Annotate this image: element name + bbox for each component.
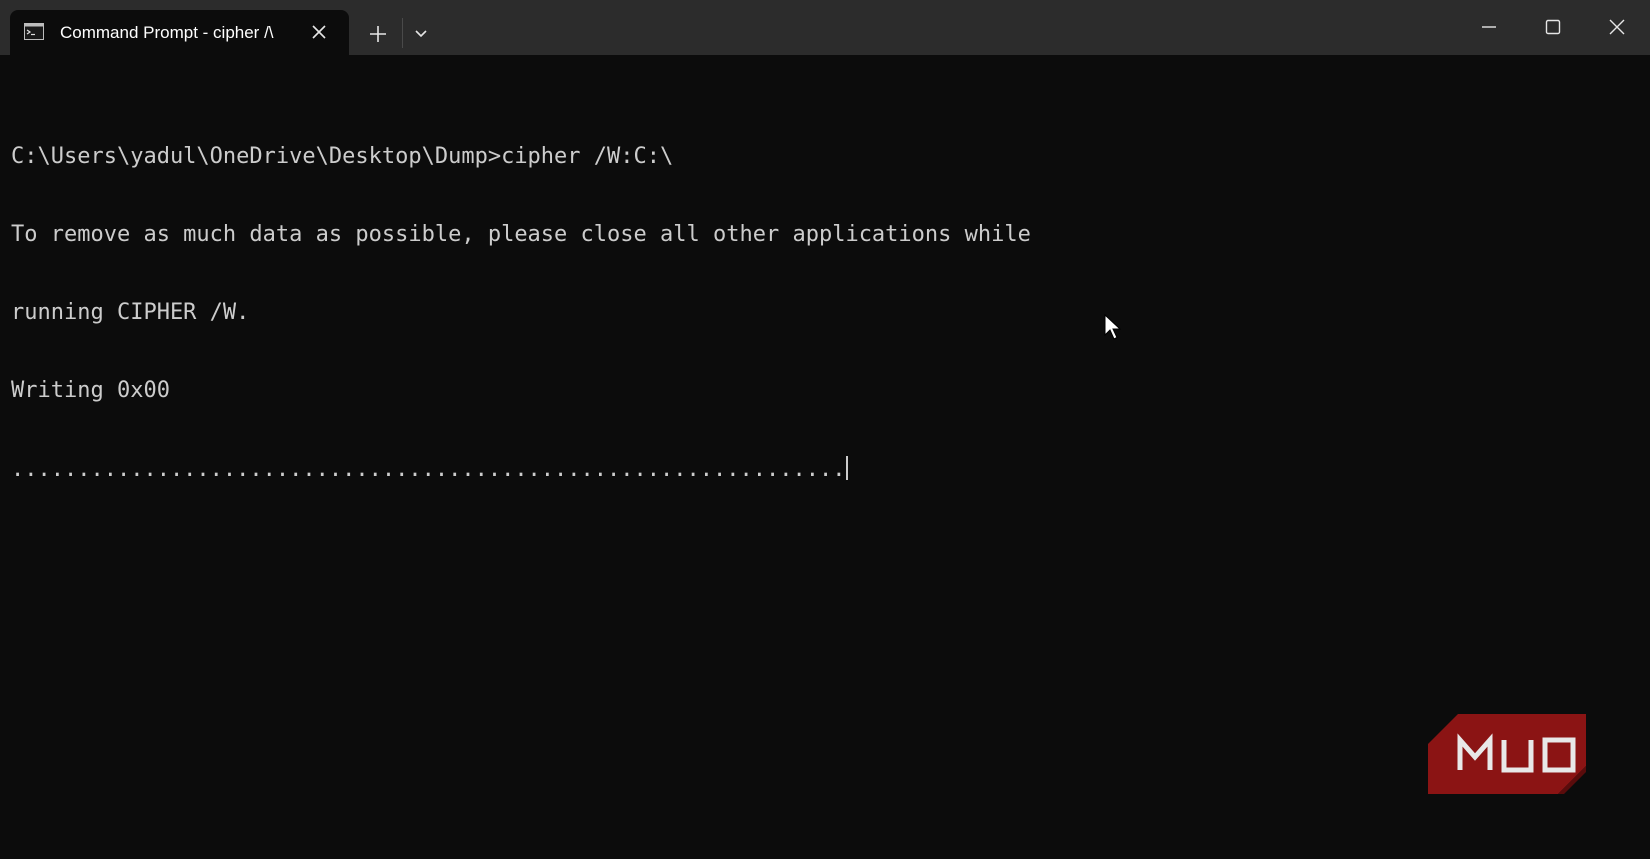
muo-logo [1428, 714, 1586, 794]
maximize-button[interactable] [1538, 12, 1568, 42]
title-bar: Command Prompt - cipher /\ [0, 0, 1650, 55]
terminal-lines: C:\Users\yadul\OneDrive\Desktop\Dump>cip… [11, 92, 1031, 534]
text-cursor [846, 456, 849, 480]
mouse-pointer-icon [1103, 313, 1123, 342]
plus-icon [370, 26, 386, 42]
close-icon[interactable] [309, 22, 329, 42]
progress-dots: ........................................… [11, 457, 846, 482]
terminal-window: Command Prompt - cipher /\ C:\Users\yadu… [0, 0, 1650, 859]
terminal-line-status: Writing 0x00 [11, 378, 170, 403]
command-prompt-icon [24, 23, 44, 40]
terminal-line-notice: To remove as much data as possible, plea… [11, 222, 1031, 247]
tab-title: Command Prompt - cipher /\ [60, 23, 274, 42]
terminal-output-area[interactable]: C:\Users\yadul\OneDrive\Desktop\Dump>cip… [0, 55, 1650, 859]
new-tab-button[interactable] [366, 22, 390, 46]
chevron-down-icon [415, 30, 427, 38]
minimize-icon [1482, 26, 1496, 28]
maximize-icon [1545, 19, 1561, 35]
tab-dropdown-button[interactable] [410, 24, 432, 44]
window-close-button[interactable] [1602, 12, 1632, 42]
tab-divider [402, 18, 403, 48]
terminal-line-progress: ........................................… [11, 456, 1031, 482]
terminal-line-prompt: C:\Users\yadul\OneDrive\Desktop\Dump>cip… [11, 144, 674, 169]
terminal-line-notice-cont: running CIPHER /W. [11, 300, 250, 325]
tab-command-prompt[interactable]: Command Prompt - cipher /\ [10, 10, 349, 55]
minimize-button[interactable] [1474, 12, 1504, 42]
close-icon [1609, 19, 1625, 35]
